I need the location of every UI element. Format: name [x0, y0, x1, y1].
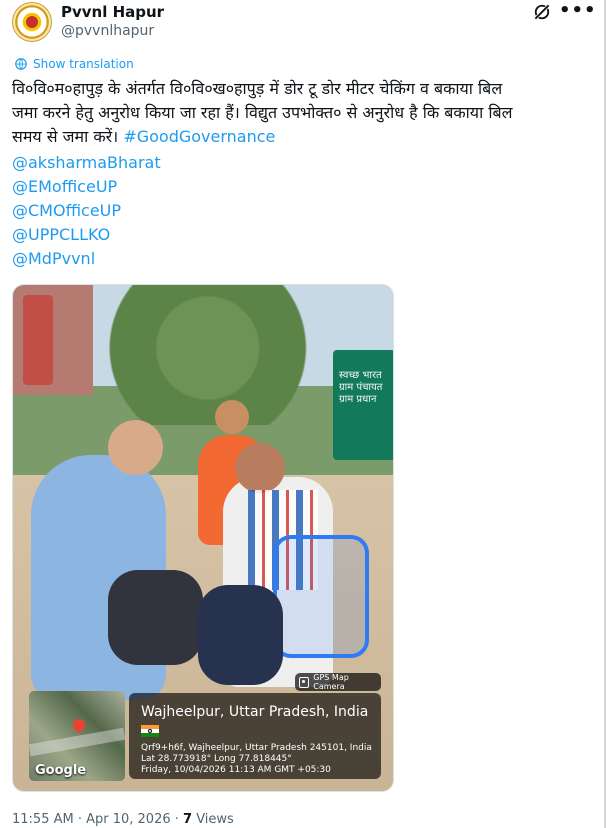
views-count: 7: [183, 812, 193, 827]
grok-icon[interactable]: [532, 2, 552, 22]
camera-icon: [299, 676, 310, 688]
orange-shirt-man-head: [215, 400, 249, 434]
datetime-line: Friday, 10/04/2026 11:13 AM GMT +05:30: [141, 765, 331, 775]
mentions-list: @aksharmaBharat @EMofficeUP @CMOfficeUP …: [12, 151, 161, 271]
elderly-man-pants-shape: [108, 570, 203, 665]
striped-shirt-man-head: [235, 443, 285, 493]
gps-camera-badge: GPS Map Camera: [295, 673, 381, 691]
right-border: [604, 0, 606, 828]
gps-info-overlay: Wajheelpur, Uttar Pradesh, India Qrf9+h6…: [129, 693, 381, 779]
mention-link[interactable]: @CMOfficeUP: [12, 199, 161, 223]
tweet-line-3: समय से जमा करें। #GoodGovernance: [12, 125, 587, 149]
more-icon[interactable]: •••: [559, 0, 597, 21]
address-line: Qrf9+h6f, Wajheelpur, Uttar Pradesh 2451…: [141, 743, 372, 753]
gps-badge-label: GPS Map Camera: [313, 673, 349, 691]
tweet-line-1: वि०वि०म०हापुड़ के अंतर्गत वि०वि०ख०हापुड़…: [12, 79, 503, 98]
show-translation-link[interactable]: Show translation: [14, 57, 134, 71]
google-map-label: Google: [35, 763, 87, 778]
show-translation-label: Show translation: [33, 57, 134, 71]
location-title: Wajheelpur, Uttar Pradesh, India: [141, 704, 369, 720]
blue-chair-shape: [273, 535, 369, 658]
handle[interactable]: @pvvnlhapur: [61, 23, 154, 39]
tweet-line-2: जमा करने हेतु अनुरोध किया जा रहा हैं। वि…: [12, 103, 513, 122]
tweet-text: वि०वि०म०हापुड़ के अंतर्गत वि०वि०ख०हापुड़…: [12, 77, 587, 149]
hashtag-link[interactable]: #GoodGovernance: [123, 127, 275, 146]
views-label: Views: [192, 812, 234, 827]
mention-link[interactable]: @EMofficeUP: [12, 175, 161, 199]
mention-link[interactable]: @aksharmaBharat: [12, 151, 161, 175]
mention-link[interactable]: @UPPCLLKO: [12, 223, 161, 247]
globe-icon: [15, 58, 27, 70]
tweet-time-date[interactable]: 11:55 AM · Apr 10, 2026 ·: [12, 812, 183, 827]
india-flag-icon: [141, 725, 159, 737]
tweet-meta: 11:55 AM · Apr 10, 2026 · 7 Views: [12, 812, 234, 827]
display-name[interactable]: Pvvnl Hapur: [61, 3, 164, 21]
striped-shirt-man-pants-shape: [198, 585, 283, 685]
water-tank-shape: [23, 295, 53, 385]
coordinates-line: Lat 28.773918° Long 77.818445°: [141, 754, 292, 764]
tweet-line-3-text: समय से जमा करें।: [12, 127, 119, 146]
machine-label: स्वच्छ भारत ग्राम पंचायत ग्राम प्रधान: [339, 370, 383, 405]
mention-link[interactable]: @MdPvvnl: [12, 247, 161, 271]
avatar[interactable]: [12, 2, 52, 42]
tweet-photo[interactable]: स्वच्छ भारत ग्राम पंचायत ग्राम प्रधान GP…: [12, 284, 394, 792]
tweet-header: Pvvnl Hapur @pvvnlhapur •••: [12, 0, 596, 48]
map-pin-icon: [70, 716, 88, 734]
elderly-man-head: [108, 420, 163, 475]
